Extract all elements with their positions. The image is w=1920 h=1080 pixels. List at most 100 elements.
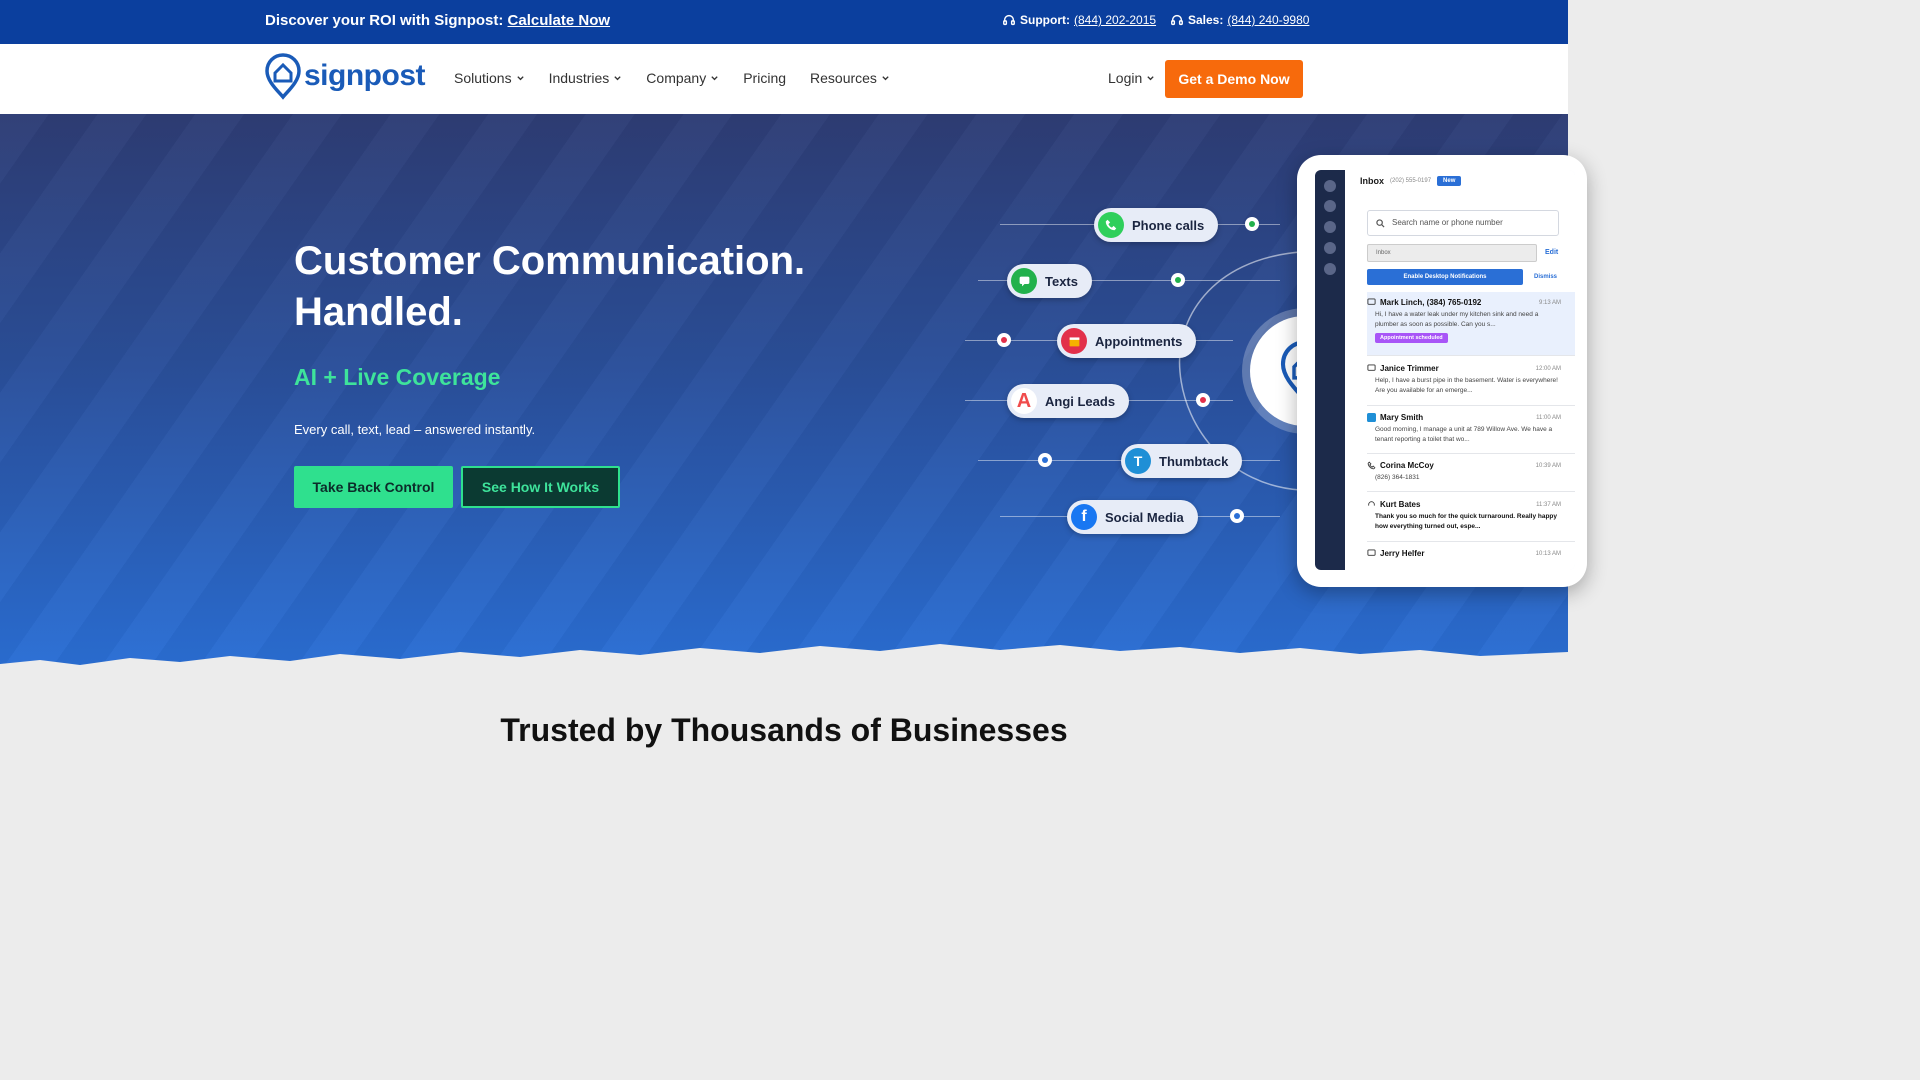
status-dot [1196,393,1210,407]
message-preview: Thank you so much for the quick turnarou… [1375,513,1558,530]
logo-text: signpost [304,59,426,92]
roi-promo: Discover your ROI with Signpost: Calcula… [265,12,610,29]
dismiss-link[interactable]: Dismiss [1534,274,1557,280]
channel-label: Angi Leads [1045,393,1116,409]
headset-icon [1171,14,1183,26]
sales-contact: Sales: (844) 240-9980 [1170,13,1309,27]
get-demo-button[interactable]: Get a Demo Now [1165,60,1303,98]
chat-icon [1367,549,1376,556]
message-time: 10:39 AM [1535,462,1561,469]
thumbtack-logo-icon: T [1125,448,1151,474]
signpost-pin-icon [265,53,301,100]
message-item[interactable]: Jerry Helfer 10:13 AM [1367,546,1575,566]
headset-icon [1368,501,1375,506]
channel-appointments: Appointments [1057,324,1197,358]
channel-phone-calls: Phone calls [1094,208,1219,242]
support-contact: Support: (844) 202-2015 [1002,13,1156,27]
chat-icon [1367,298,1376,305]
support-phone-link[interactable]: (844) 202-2015 [1074,13,1156,27]
message-item[interactable]: Janice Trimmer 12:00 AM Help, I have a bu… [1367,360,1575,406]
roi-promo-text: Discover your ROI with Signpost: [265,12,504,29]
message-time: 11:00 AM [1536,414,1561,421]
message-sender: Janice Trimmer [1380,364,1439,373]
chat-icon [1011,268,1037,294]
status-dot [997,333,1011,347]
inbox-phone: (202) 555-0197 [1390,178,1432,184]
message-sender: Kurt Bates [1380,500,1421,509]
message-preview: Good morning, I manage a unit at 789 Wil… [1375,426,1553,443]
chevron-down-icon [882,75,889,80]
message-sender: Jerry Helfer [1380,549,1425,558]
signpost-logo[interactable]: signpost [264,52,426,100]
nav-item-label: Resources [810,70,877,86]
inbox-search-input[interactable]: Search name or phone number [1367,210,1559,236]
nav-item-resources[interactable]: Resources [810,70,890,86]
message-item[interactable]: Kurt Bates 11:37 AM Thank you so much for… [1367,496,1575,542]
inbox-title: Inbox [1360,176,1384,186]
login-label: Login [1108,70,1143,86]
status-dot [1171,273,1185,287]
main-navigation: signpost Solutions Industries Company Pr… [0,44,1568,114]
channel-texts: Texts [1007,264,1092,298]
login-menu[interactable]: Login [1108,70,1155,86]
nav-item-label: Solutions [454,70,512,86]
see-how-it-works-button[interactable]: See How It Works [461,466,620,508]
chat-icon [1367,364,1376,371]
channel-label: Thumbtack [1159,453,1229,469]
chevron-down-icon [1147,75,1154,80]
inbox-screen: Inbox (202) 555-0197 New Search name or … [1315,170,1575,570]
channel-label: Phone calls [1132,217,1205,233]
nav-item-solutions[interactable]: Solutions [454,70,525,86]
phone-icon [1367,461,1376,470]
message-sender: Corina McCoy [1380,461,1434,470]
thumbtack-logo-icon [1367,413,1376,422]
message-time: 11:37 AM [1536,501,1561,508]
nav-item-label: Company [646,70,707,86]
new-button[interactable]: New [1437,176,1462,186]
chevron-down-icon [614,75,621,80]
message-time: 12:00 AM [1535,365,1561,372]
channel-label: Appointments [1095,333,1183,349]
status-dot [1230,509,1244,523]
angi-logo-icon: A [1011,388,1037,414]
take-back-control-button[interactable]: Take Back Control [294,466,453,508]
channel-angi-leads: A Angi Leads [1007,384,1130,418]
channel-thumbtack: T Thumbtack [1121,444,1243,478]
nav-item-industries[interactable]: Industries [549,70,623,86]
headset-icon [1003,14,1015,26]
inbox-pane: Inbox (202) 555-0197 New Search name or … [1345,170,1575,570]
status-dot [1038,453,1052,467]
message-item[interactable]: Mary Smith 11:00 AM Good morning, I manag… [1367,410,1575,454]
enable-notifications-button[interactable]: Enable Desktop Notifications [1367,269,1523,285]
nav-item-pricing[interactable]: Pricing [743,70,786,86]
appointment-tag: Appointment scheduled [1375,333,1448,343]
channel-label: Texts [1045,273,1078,289]
message-sender: Mark Linch, (384) 765-0192 [1380,298,1482,307]
channel-social-media: f Social Media [1067,500,1198,534]
message-item[interactable]: Mark Linch, (384) 765-0192 9:13 AM Hi, I … [1367,292,1575,356]
nav-item-company[interactable]: Company [646,70,719,86]
nav-item-label: Pricing [743,70,787,86]
message-item[interactable]: Corina McCoy 10:39 AM (826) 364-1831 [1367,458,1575,492]
inbox-filter-select[interactable]: Inbox [1367,244,1537,262]
message-preview: (826) 364-1831 [1375,474,1420,481]
chevron-down-icon [711,75,718,80]
message-preview: Hi, I have a water leak under my kitchen… [1375,311,1539,328]
sales-phone-link[interactable]: (844) 240-9980 [1227,13,1309,27]
support-label: Support: [1020,13,1070,27]
search-placeholder: Search name or phone number [1392,218,1503,227]
edit-link[interactable]: Edit [1545,249,1558,256]
app-sidebar [1315,170,1345,570]
status-dot [1245,217,1259,231]
hero-subtitle: AI + Live Coverage [294,364,501,390]
hero-description: Every call, text, lead – answered instan… [294,422,536,437]
calculate-now-link[interactable]: Calculate Now [508,12,611,29]
message-time: 9:13 AM [1538,299,1561,306]
hero-title: Customer Communication. Handled. [294,236,805,338]
torn-paper-divider [0,644,1568,678]
nav-menu: Solutions Industries Company Pricing Res… [454,70,890,86]
channel-label: Social Media [1105,509,1184,525]
message-preview: Help, I have a burst pipe in the basemen… [1375,377,1558,394]
sales-label: Sales: [1188,13,1224,27]
message-time: 10:13 AM [1535,550,1561,557]
